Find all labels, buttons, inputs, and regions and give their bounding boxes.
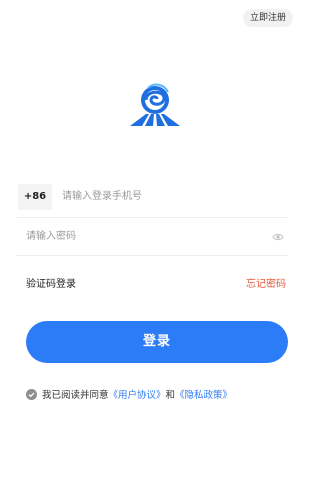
eye-icon[interactable] <box>272 231 284 243</box>
password-input[interactable]: 请输入密码 <box>26 224 226 250</box>
forgot-password-link[interactable]: 忘记密码 <box>246 275 286 290</box>
divider <box>16 217 288 218</box>
country-code-selector[interactable]: +86 <box>18 184 52 210</box>
login-button[interactable]: 登录 <box>26 321 288 363</box>
register-button[interactable]: 立即注册 <box>242 9 293 27</box>
app-logo-icon <box>130 83 180 126</box>
phone-input[interactable]: 请输入登录手机号 <box>62 184 262 210</box>
agreement-and: 和 <box>165 390 176 401</box>
divider <box>16 255 288 256</box>
password-row: 请输入密码 <box>26 224 284 250</box>
check-circle-icon[interactable] <box>26 389 37 400</box>
user-agreement-link[interactable]: 《用户协议》 <box>109 390 166 401</box>
agreement-prefix: 我已阅读并同意 <box>42 390 109 401</box>
privacy-policy-link[interactable]: 《隐私政策》 <box>175 390 232 401</box>
sms-login-link[interactable]: 验证码登录 <box>26 275 76 290</box>
phone-row: +86 请输入登录手机号 <box>18 184 284 212</box>
agreement-row: 我已阅读并同意《用户协议》和《隐私政策》 <box>26 389 232 403</box>
